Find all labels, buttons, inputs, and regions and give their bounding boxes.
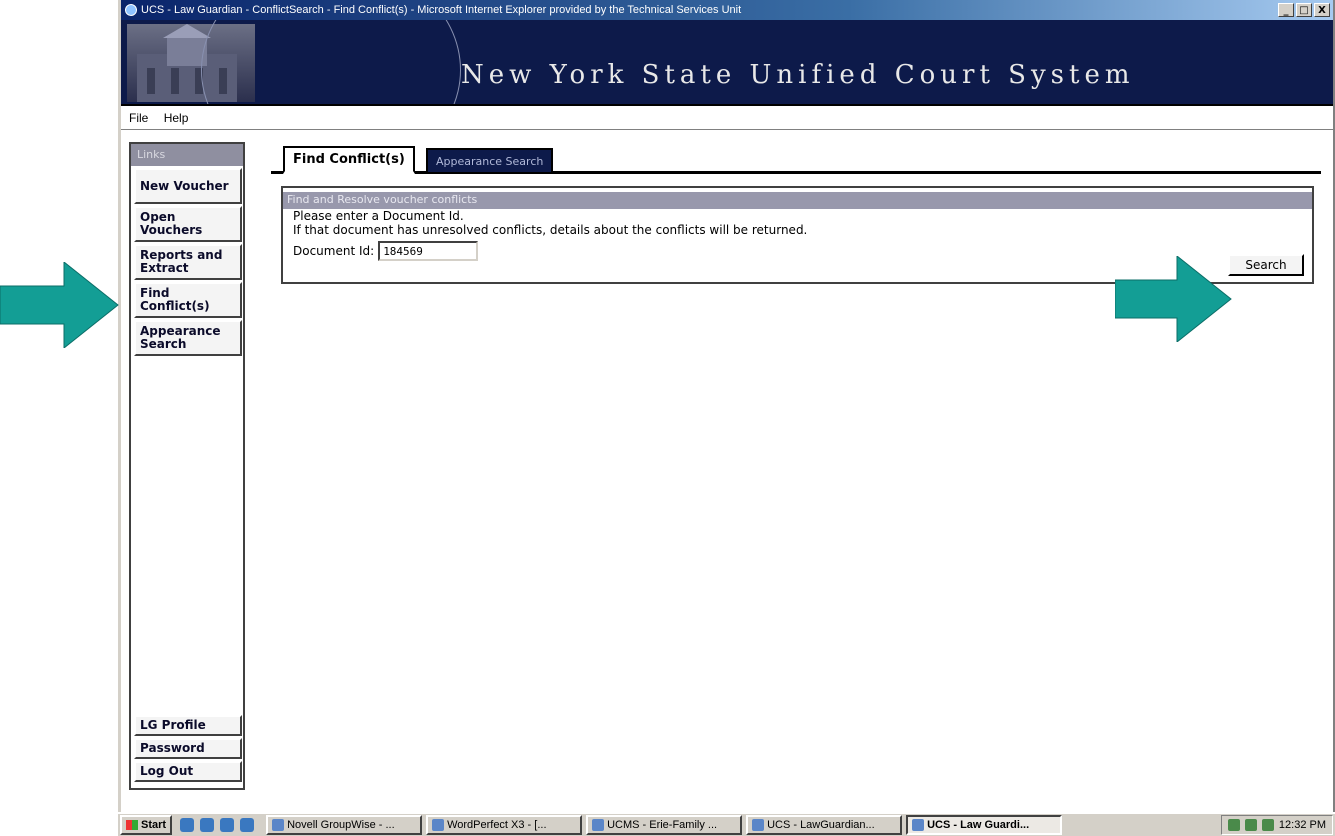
tray-security-icon[interactable] <box>1244 819 1257 831</box>
start-label: Start <box>141 819 167 831</box>
taskbar-item-ucms[interactable]: UCMS - Erie-Family ... <box>586 815 743 835</box>
sidebar: Links New Voucher Open Vouchers Reports … <box>129 142 245 790</box>
tab-find-conflicts[interactable]: Find Conflict(s) <box>283 146 415 174</box>
task-label: Novell GroupWise - ... <box>287 819 395 831</box>
document-id-input[interactable] <box>378 241 479 261</box>
desktop-quicklaunch-icon[interactable] <box>200 818 215 832</box>
taskbar-item-lawguardian[interactable]: UCS - LawGuardian... <box>746 815 903 835</box>
close-button[interactable]: X <box>1314 3 1330 17</box>
browser-window: UCS - Law Guardian - ConflictSearch - Fi… <box>118 0 1335 812</box>
groupwise-icon <box>272 819 285 831</box>
sidebar-item-log-out[interactable]: Log Out <box>134 761 242 782</box>
panel-header: Find and Resolve voucher conflicts <box>283 192 1312 209</box>
windows-flag-icon <box>126 820 138 830</box>
taskbar: Start Novell GroupWise - ... WordPerfect… <box>118 812 1335 836</box>
ie-quicklaunch-icon[interactable] <box>180 818 195 832</box>
sidebar-item-open-vouchers[interactable]: Open Vouchers <box>134 206 242 242</box>
system-tray: 12:32 PM <box>1220 815 1333 835</box>
window-title: UCS - Law Guardian - ConflictSearch - Fi… <box>141 4 742 16</box>
outlook-quicklaunch-icon[interactable] <box>220 818 235 832</box>
document-id-label: Document Id: <box>293 244 375 258</box>
banner-title: New York State Unified Court System <box>461 60 1135 90</box>
ie-icon <box>912 819 925 831</box>
taskbar-item-groupwise[interactable]: Novell GroupWise - ... <box>266 815 423 835</box>
start-button[interactable]: Start <box>120 815 173 835</box>
task-label: UCMS - Erie-Family ... <box>607 819 718 831</box>
task-label: UCS - Law Guardi... <box>927 819 1030 831</box>
search-button[interactable]: Search <box>1228 254 1304 276</box>
sidebar-item-find-conflicts[interactable]: Find Conflict(s) <box>134 282 242 318</box>
maximize-button[interactable]: □ <box>1296 3 1312 17</box>
ucms-icon <box>592 819 605 831</box>
quick-launch <box>180 818 255 832</box>
sidebar-item-appearance-search[interactable]: Appearance Search <box>134 320 242 356</box>
menu-bar: File Help <box>121 106 1333 130</box>
arrow-right-shape <box>1115 256 1232 342</box>
menu-file[interactable]: File <box>129 111 148 125</box>
tab-strip: Find Conflict(s) Appearance Search <box>271 146 1321 174</box>
instruction-line-1: Please enter a Document Id. <box>293 209 464 223</box>
sidebar-item-reports-and-extract[interactable]: Reports and Extract <box>134 244 242 280</box>
sidebar-item-new-voucher[interactable]: New Voucher <box>134 168 242 204</box>
taskbar-item-lawguardian-active[interactable]: UCS - Law Guardi... <box>906 815 1063 835</box>
arrow-annotation-right <box>1115 256 1232 342</box>
ie-icon <box>752 819 765 831</box>
ie-icon <box>125 4 137 16</box>
task-label: WordPerfect X3 - [... <box>447 819 547 831</box>
tray-network-icon[interactable] <box>1227 819 1240 831</box>
wordperfect-icon <box>432 819 445 831</box>
app-quicklaunch-icon[interactable] <box>240 818 255 832</box>
taskbar-item-wordperfect[interactable]: WordPerfect X3 - [... <box>426 815 583 835</box>
tray-volume-icon[interactable] <box>1261 819 1274 831</box>
sidebar-header: Links <box>131 144 243 166</box>
sidebar-item-password[interactable]: Password <box>134 738 242 759</box>
arrow-left-shape <box>0 262 119 348</box>
minimize-button[interactable]: _ <box>1278 3 1294 17</box>
instruction-line-2: If that document has unresolved conflict… <box>293 223 808 237</box>
arrow-annotation-left <box>0 262 119 348</box>
task-label: UCS - LawGuardian... <box>767 819 875 831</box>
sidebar-item-lg-profile[interactable]: LG Profile <box>134 715 242 736</box>
menu-help[interactable]: Help <box>164 111 189 125</box>
clock: 12:32 PM <box>1278 819 1326 831</box>
court-banner: New York State Unified Court System <box>121 20 1333 106</box>
banner-curve <box>201 20 461 104</box>
title-bar: UCS - Law Guardian - ConflictSearch - Fi… <box>121 0 1333 20</box>
tab-appearance-search[interactable]: Appearance Search <box>426 148 554 174</box>
